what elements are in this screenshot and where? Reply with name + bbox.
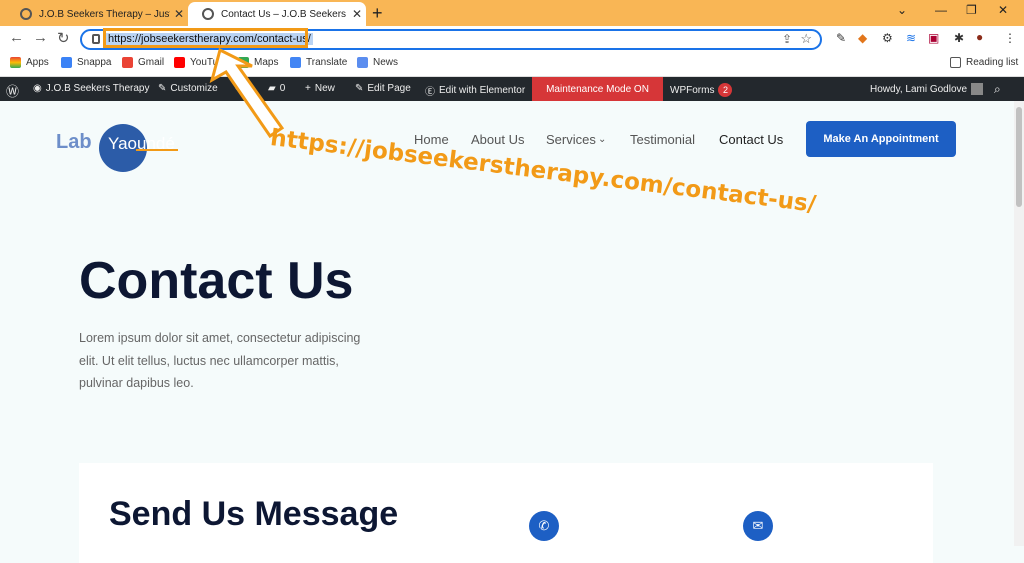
page-scrollbar[interactable] bbox=[1014, 101, 1024, 546]
plus-icon: + bbox=[305, 83, 311, 94]
brush-icon: ✎ bbox=[158, 83, 167, 94]
tab-strip: J.O.B Seekers Therapy – Just anot ✕ Cont… bbox=[0, 0, 1024, 26]
avatar[interactable]: ● bbox=[976, 30, 983, 44]
close-icon[interactable]: ✕ bbox=[170, 7, 188, 21]
send-message-title: Send Us Message bbox=[109, 495, 399, 533]
reading-list-icon bbox=[950, 57, 961, 68]
menu-icon[interactable]: ⋮ bbox=[1004, 31, 1016, 45]
gmail-icon bbox=[122, 57, 133, 68]
site-logo[interactable]: Lab Yaoundé bbox=[56, 124, 179, 172]
restore-button[interactable]: ❐ bbox=[966, 3, 977, 17]
avatar bbox=[971, 83, 984, 95]
apps-icon bbox=[10, 57, 21, 68]
translate-icon bbox=[290, 57, 301, 68]
wp-elementor-link[interactable]: Ⓔ Edit with Elementor bbox=[425, 83, 525, 98]
lock-icon bbox=[92, 34, 100, 44]
wordpress-icon[interactable]: Ⓦ bbox=[6, 81, 19, 100]
logo-underline bbox=[136, 149, 178, 151]
make-appointment-button[interactable]: Make An Appointment bbox=[806, 121, 956, 157]
extension-icon[interactable]: ⚙ bbox=[882, 31, 893, 45]
maps-icon bbox=[238, 57, 249, 68]
forward-button[interactable]: → bbox=[33, 29, 48, 46]
share-icon[interactable]: ⇪ bbox=[782, 32, 792, 46]
reading-list-button[interactable]: Reading list bbox=[950, 57, 1018, 68]
bookmarks-bar: Apps Snappa Gmail YouTube Maps Translate… bbox=[0, 52, 1024, 77]
chevron-down-icon[interactable]: ⌄ bbox=[598, 134, 606, 145]
url-highlight-box bbox=[103, 28, 308, 48]
tab-title: J.O.B Seekers Therapy – Just anot bbox=[39, 8, 170, 20]
phone-icon[interactable]: ✆ bbox=[529, 511, 559, 541]
wp-site-link[interactable]: ◉ J.O.B Seekers Therapy bbox=[33, 83, 149, 94]
puzzle-icon[interactable]: ✱ bbox=[954, 31, 964, 45]
extension-icon[interactable]: ≋ bbox=[906, 31, 916, 45]
wp-comments-link[interactable]: ▰ 0 bbox=[268, 83, 285, 94]
globe-icon bbox=[20, 8, 32, 20]
bookmark-youtube[interactable]: YouTube bbox=[174, 57, 229, 68]
logo-text-lab: Lab bbox=[56, 131, 92, 153]
message-card: Send Us Message ✆ ✉ bbox=[79, 463, 933, 563]
tab-job-seekers[interactable]: J.O.B Seekers Therapy – Just anot ✕ bbox=[6, 2, 188, 26]
wp-customize-link[interactable]: ✎ Customize bbox=[158, 83, 218, 94]
wp-new-link[interactable]: + New bbox=[305, 83, 335, 94]
bookmark-news[interactable]: News bbox=[357, 57, 398, 68]
nav-services[interactable]: Services bbox=[546, 132, 596, 147]
wp-howdy-user[interactable]: Howdy, Lami Godlove bbox=[870, 83, 984, 95]
search-icon[interactable]: ⌕ bbox=[994, 82, 1001, 97]
tab-contact-us[interactable]: Contact Us – J.O.B Seekers Thera ✕ bbox=[188, 2, 366, 26]
extension-icon[interactable]: ▣ bbox=[928, 31, 939, 45]
back-button[interactable]: ← bbox=[9, 29, 24, 46]
scrollbar-thumb[interactable] bbox=[1016, 107, 1022, 207]
page-title: Contact Us bbox=[79, 252, 354, 310]
news-icon bbox=[357, 57, 368, 68]
extension-icon[interactable]: ✎ bbox=[836, 31, 846, 45]
wpforms-count-badge: 2 bbox=[718, 83, 733, 97]
star-icon[interactable]: ☆ bbox=[800, 31, 812, 47]
updates-icon[interactable]: ↻ bbox=[234, 83, 242, 94]
wp-admin-bar: Ⓦ ◉ J.O.B Seekers Therapy ✎ Customize ↻ ▰ 0… bbox=[0, 77, 1024, 101]
elementor-icon: Ⓔ bbox=[425, 87, 435, 98]
logo-text-yaounde: Yaoundé bbox=[108, 134, 175, 153]
youtube-icon bbox=[174, 57, 185, 68]
new-tab-button[interactable]: + bbox=[372, 3, 383, 24]
chevron-down-icon[interactable]: ⌄ bbox=[897, 3, 907, 17]
bookmark-maps[interactable]: Maps bbox=[238, 57, 278, 68]
wp-edit-page-link[interactable]: ✎ Edit Page bbox=[355, 83, 411, 94]
maintenance-mode-badge[interactable]: Maintenance Mode ON bbox=[532, 77, 663, 101]
comment-icon: ▰ bbox=[268, 83, 276, 94]
pencil-icon: ✎ bbox=[355, 83, 364, 94]
close-icon[interactable]: ✕ bbox=[348, 7, 366, 21]
bookmark-translate[interactable]: Translate bbox=[290, 57, 347, 68]
dashboard-icon: ◉ bbox=[33, 83, 42, 94]
bookmark-snappa[interactable]: Snappa bbox=[61, 57, 111, 68]
page-intro-text: Lorem ipsum dolor sit amet, consectetur … bbox=[79, 331, 361, 390]
metamask-icon[interactable]: ◆ bbox=[858, 31, 867, 45]
email-icon[interactable]: ✉ bbox=[743, 511, 773, 541]
bookmark-apps[interactable]: Apps bbox=[10, 57, 49, 68]
nav-testimonial[interactable]: Testimonial bbox=[630, 132, 695, 147]
snappa-icon bbox=[61, 57, 72, 68]
tab-title: Contact Us – J.O.B Seekers Thera bbox=[221, 8, 348, 20]
wp-wpforms-link[interactable]: WPForms 2 bbox=[670, 83, 733, 97]
nav-contact-us[interactable]: Contact Us bbox=[719, 132, 783, 147]
minimize-button[interactable]: — bbox=[935, 3, 947, 17]
bookmark-gmail[interactable]: Gmail bbox=[122, 57, 164, 68]
nav-about-us[interactable]: About Us bbox=[471, 132, 524, 147]
globe-icon bbox=[202, 8, 214, 20]
close-window-button[interactable]: ✕ bbox=[998, 3, 1008, 17]
reload-button[interactable]: ↻ bbox=[57, 29, 70, 47]
